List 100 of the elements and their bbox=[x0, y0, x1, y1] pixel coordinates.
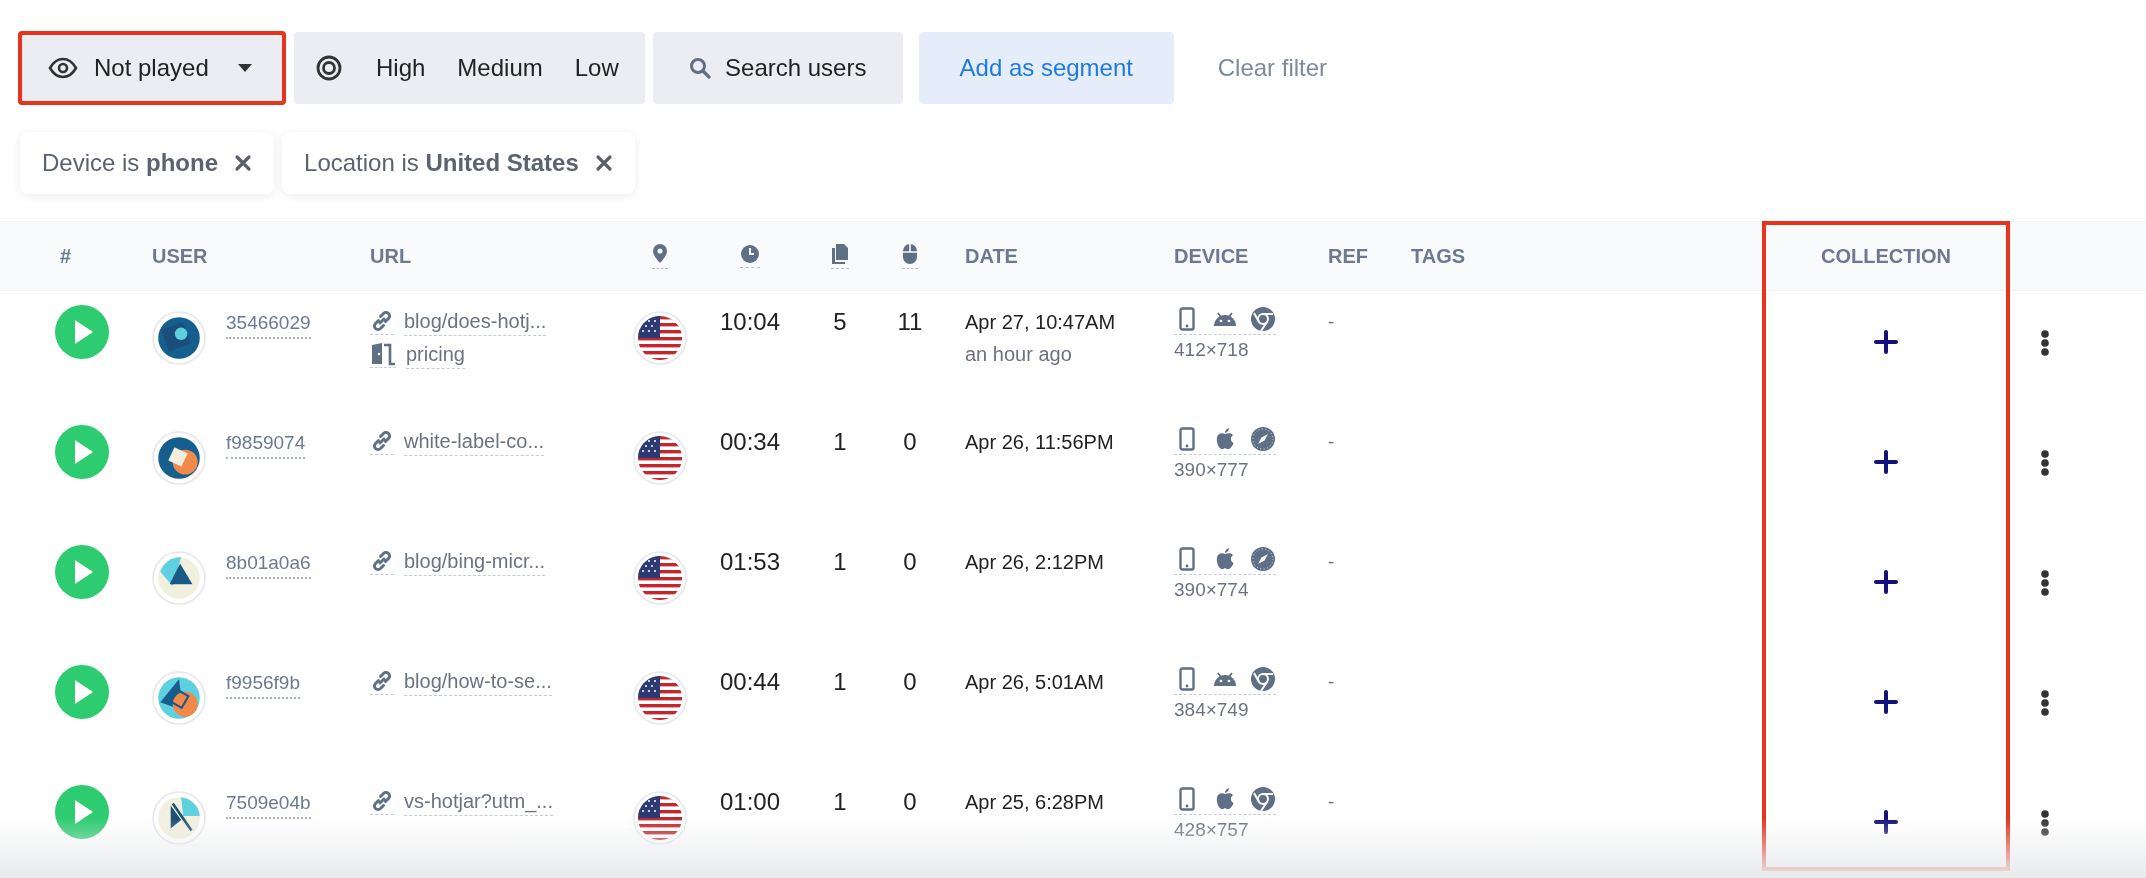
us-flag-icon bbox=[633, 791, 687, 845]
link-icon bbox=[370, 428, 394, 455]
us-flag-icon bbox=[633, 551, 687, 605]
us-flag-icon bbox=[633, 671, 687, 725]
referrer-cell: - bbox=[1328, 311, 1335, 332]
filter-chip[interactable]: Device is phone bbox=[20, 132, 275, 194]
click-count-cell: 0 bbox=[903, 787, 917, 817]
page-url-link[interactable]: blog/does-hotj... bbox=[404, 307, 547, 336]
page-count-cell: 1 bbox=[833, 667, 847, 697]
close-icon[interactable] bbox=[594, 154, 613, 172]
referrer-cell: - bbox=[1328, 551, 1335, 572]
us-flag-icon bbox=[633, 431, 687, 485]
chrome-icon bbox=[1250, 786, 1276, 812]
referrer-cell: - bbox=[1328, 791, 1335, 812]
duration-cell: 00:34 bbox=[719, 427, 781, 457]
chrome-icon bbox=[1250, 306, 1276, 332]
relative-time: an hour ago bbox=[965, 342, 1073, 367]
priority-option[interactable]: High bbox=[360, 42, 442, 94]
screen-resolution: 390×777 bbox=[1174, 458, 1250, 482]
filter-chip[interactable]: Location is United States bbox=[282, 132, 635, 194]
screen-resolution: 412×718 bbox=[1174, 338, 1250, 362]
click-count-cell: 0 bbox=[903, 427, 917, 457]
page-count-cell: 5 bbox=[833, 307, 847, 337]
eye-icon bbox=[48, 57, 78, 79]
avatar-icon bbox=[152, 431, 206, 485]
add-segment-button[interactable]: Add as segment bbox=[918, 32, 1174, 104]
column-header[interactable]: USER bbox=[152, 241, 208, 271]
page-count-cell: 1 bbox=[833, 427, 847, 457]
duration-cell: 01:53 bbox=[719, 547, 781, 577]
column-header[interactable]: URL bbox=[370, 241, 412, 271]
android-icon bbox=[1212, 310, 1238, 328]
user-id-link[interactable]: 35466029 bbox=[226, 309, 311, 339]
more-options-icon[interactable] bbox=[2040, 689, 2050, 717]
chip-label: Location is United States bbox=[304, 148, 579, 178]
location-pin-icon[interactable] bbox=[652, 243, 668, 269]
page-count-cell: 1 bbox=[833, 547, 847, 577]
exit-door-icon bbox=[370, 341, 396, 368]
page-url-link[interactable]: blog/how-to-se... bbox=[404, 667, 552, 696]
duration-cell: 10:04 bbox=[719, 307, 781, 337]
us-flag-icon bbox=[633, 311, 687, 365]
more-options-icon[interactable] bbox=[2040, 449, 2050, 477]
priority-option[interactable]: Low bbox=[558, 42, 635, 94]
add-to-collection-icon[interactable] bbox=[1873, 329, 1899, 355]
date-cell-text: Apr 26, 11:56PM bbox=[965, 430, 1115, 455]
screen-resolution: 390×774 bbox=[1174, 578, 1250, 602]
column-header[interactable]: DATE bbox=[965, 241, 1018, 271]
user-id-link[interactable]: 7509e04b bbox=[226, 789, 311, 819]
date-cell-text: Apr 25, 6:28PM bbox=[965, 790, 1105, 815]
target-icon bbox=[316, 55, 342, 81]
search-icon bbox=[689, 57, 712, 79]
user-id-link[interactable]: 8b01a0a6 bbox=[226, 549, 311, 579]
avatar-icon bbox=[152, 671, 206, 725]
click-count-cell: 11 bbox=[897, 307, 923, 337]
page-count-cell: 1 bbox=[833, 787, 847, 817]
pages-icon[interactable] bbox=[831, 243, 849, 269]
avatar-icon bbox=[152, 551, 206, 605]
compass-icon bbox=[1250, 546, 1276, 572]
page-url-link[interactable]: white-label-co... bbox=[404, 427, 545, 456]
user-id-link[interactable]: f9859074 bbox=[226, 429, 306, 459]
date-cell-text: Apr 26, 5:01AM bbox=[965, 670, 1105, 695]
link-icon bbox=[370, 668, 394, 695]
duration-cell: 00:44 bbox=[719, 667, 781, 697]
referrer-cell: - bbox=[1328, 671, 1335, 692]
more-options-icon[interactable] bbox=[2040, 809, 2050, 837]
chrome-icon bbox=[1250, 666, 1276, 692]
duration-cell: 01:00 bbox=[719, 787, 781, 817]
compass-icon bbox=[1250, 426, 1276, 452]
mouse-icon[interactable] bbox=[902, 243, 918, 269]
column-header[interactable]: COLLECTION bbox=[1821, 241, 1951, 271]
column-header[interactable]: TAGS bbox=[1411, 241, 1466, 271]
add-to-collection-icon[interactable] bbox=[1873, 449, 1899, 475]
add-to-collection-icon[interactable] bbox=[1873, 569, 1899, 595]
search-users-button[interactable]: Search users bbox=[652, 32, 903, 104]
date-cell-text: Apr 27, 10:47AM bbox=[965, 310, 1117, 335]
more-options-icon[interactable] bbox=[2040, 569, 2050, 597]
clear-filter-link[interactable]: Clear filter bbox=[1199, 32, 1346, 104]
click-count-cell: 0 bbox=[903, 667, 917, 697]
referrer-cell: - bbox=[1328, 431, 1335, 452]
page-url-link[interactable]: blog/bing-micr... bbox=[404, 547, 546, 576]
link-icon bbox=[370, 308, 394, 335]
avatar-icon bbox=[152, 791, 206, 845]
page-url-link[interactable]: pricing bbox=[406, 340, 465, 369]
visibility-dropdown[interactable]: Not played bbox=[18, 31, 286, 105]
page-url-link[interactable]: vs-hotjar?utm_... bbox=[404, 787, 553, 816]
click-count-cell: 0 bbox=[903, 547, 917, 577]
close-icon[interactable] bbox=[234, 154, 253, 172]
add-to-collection-icon[interactable] bbox=[1873, 809, 1899, 835]
add-to-collection-icon[interactable] bbox=[1873, 689, 1899, 715]
column-header[interactable]: DEVICE bbox=[1174, 241, 1249, 271]
user-id-link[interactable]: f9956f9b bbox=[226, 669, 300, 699]
caret-icon bbox=[236, 63, 253, 73]
more-options-icon[interactable] bbox=[2040, 329, 2050, 357]
column-header[interactable]: REF bbox=[1328, 241, 1368, 271]
link-icon bbox=[370, 548, 394, 575]
screen-resolution: 384×749 bbox=[1174, 698, 1250, 722]
column-header[interactable]: # bbox=[60, 241, 72, 271]
chip-label: Device is phone bbox=[42, 148, 219, 178]
priority-option[interactable]: Medium bbox=[441, 42, 559, 94]
clock-icon[interactable] bbox=[740, 244, 760, 268]
date-cell-text: Apr 26, 2:12PM bbox=[965, 550, 1105, 575]
